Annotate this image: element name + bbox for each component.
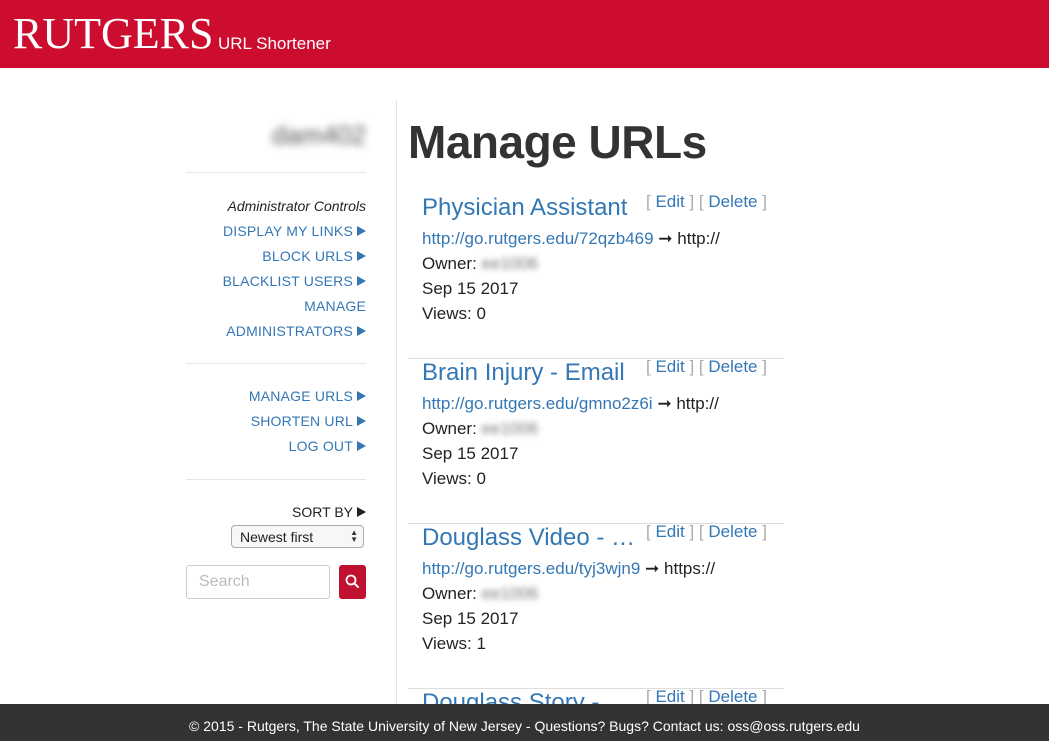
short-url-link[interactable]: http://go.rutgers.edu/tyj3wjn9 [422,559,640,578]
url-actions: [ Edit ] [ Delete ] [646,192,767,211]
views-label: Views: [422,469,472,488]
url-card: Douglass Story - Email [ Edit ] [ Delete… [408,687,784,716]
top-bar: RUTGERS URL Shortener [0,0,1049,68]
owner-row: Owner: ee1006 [422,419,538,439]
select-arrows-icon: ▲ ▼ [350,528,358,544]
sort-select-value: Newest first [240,529,314,545]
views-row: Views: 0 [422,469,486,489]
sort-select[interactable]: Newest first ▲ ▼ [231,525,364,548]
delete-button[interactable]: Delete [708,192,757,211]
views-value: 0 [476,304,486,323]
divider [186,172,366,173]
url-link-row: http://go.rutgers.edu/gmno2z6i ➞ http:// [422,394,764,414]
url-link-row: http://go.rutgers.edu/tyj3wjn9 ➞ https:/… [422,559,764,579]
views-value: 0 [476,469,486,488]
arrow-icon: ➞ [657,394,672,413]
app-title[interactable]: URL Shortener [218,34,331,54]
owner-value: ee1006 [481,419,539,438]
owner-value: ee1006 [481,254,539,273]
nav-label: LOG OUT [288,438,353,454]
arrow-right-icon [357,416,366,426]
target-url: http:// [677,229,720,248]
owner-row: Owner: ee1006 [422,584,538,604]
views-label: Views: [422,634,472,653]
url-card: Brain Injury - Email [ Edit ] [ Delete ]… [408,357,784,524]
fade-overlay [740,394,764,414]
url-actions: [ Edit ] [ Delete ] [646,357,767,376]
nav-label: ADMINISTRATORS [226,323,353,339]
short-url-link[interactable]: http://go.rutgers.edu/gmno2z6i [422,394,653,413]
edit-button[interactable]: Edit [655,522,684,541]
url-card: Physician Assistant [ Edit ] [ Delete ] … [408,192,784,359]
divider [186,363,366,364]
arrow-right-icon [357,507,366,517]
nav-label: BLOCK URLS [262,248,353,264]
views-label: Views: [422,304,472,323]
nav-administrators[interactable]: ADMINISTRATORS [186,319,366,344]
date-row: Sep 15 2017 [422,279,519,298]
owner-value: ee1006 [481,584,539,603]
user-nav: MANAGE URLS SHORTEN URL LOG OUT [186,384,366,459]
nav-shorten-url[interactable]: SHORTEN URL [186,409,366,434]
rutgers-logo[interactable]: RUTGERS [13,10,213,58]
search-button[interactable] [339,565,366,599]
views-row: Views: 1 [422,634,486,654]
nav-label: BLACKLIST USERS [222,273,353,289]
page-title: Manage URLs [408,116,707,168]
arrow-icon: ➞ [645,559,660,578]
url-title[interactable]: Douglass Video - Email [422,524,644,552]
arrow-right-icon [357,226,366,236]
url-link-row: http://go.rutgers.edu/72qzb469 ➞ http:// [422,229,764,249]
url-actions: [ Edit ] [ Delete ] [646,522,767,541]
username: dam402 [272,120,366,150]
owner-row: Owner: ee1006 [422,254,538,274]
footer-text: © 2015 - Rutgers, The State University o… [189,718,860,734]
url-card: Douglass Video - Email [ Edit ] [ Delete… [408,522,784,689]
search-placeholder: Search [199,573,250,590]
views-value: 1 [476,634,486,653]
admin-controls: Administrator Controls DISPLAY MY LINKS … [186,194,366,344]
search-input[interactable]: Search [186,565,330,599]
nav-label: DISPLAY MY LINKS [222,223,353,239]
sort-by-text: SORT BY [292,504,353,520]
nav-manage-urls[interactable]: MANAGE URLS [186,384,366,409]
arrow-right-icon [357,391,366,401]
nav-block-urls[interactable]: BLOCK URLS [186,244,366,269]
short-url-link[interactable]: http://go.rutgers.edu/72qzb469 [422,229,654,248]
nav-label: SHORTEN URL [250,413,353,429]
nav-display-my-links[interactable]: DISPLAY MY LINKS [186,219,366,244]
search-icon [345,574,359,588]
target-url: http:// [676,394,719,413]
nav-label: MANAGE URLS [248,388,353,404]
url-title[interactable]: Brain Injury - Email [422,359,644,387]
arrow-right-icon [357,251,366,261]
date-row: Sep 15 2017 [422,609,519,628]
owner-label: Owner: [422,584,477,603]
column-divider [396,100,397,704]
edit-button[interactable]: Edit [655,357,684,376]
fade-overlay [740,559,764,579]
nav-blacklist-users[interactable]: BLACKLIST USERS [186,269,366,294]
arrow-right-icon [357,276,366,286]
footer: © 2015 - Rutgers, The State University o… [0,704,1049,741]
fade-overlay [740,229,764,249]
nav-log-out[interactable]: LOG OUT [186,434,366,459]
divider [186,479,366,480]
owner-label: Owner: [422,419,477,438]
arrow-right-icon [357,326,366,336]
delete-button[interactable]: Delete [708,357,757,376]
nav-manage[interactable]: MANAGE [186,294,366,319]
sort-by-label: SORT BY [292,504,366,520]
edit-button[interactable]: Edit [655,192,684,211]
url-title[interactable]: Physician Assistant [422,194,644,222]
admin-controls-heading: Administrator Controls [227,198,367,214]
date-row: Sep 15 2017 [422,444,519,463]
owner-label: Owner: [422,254,477,273]
arrow-right-icon [357,441,366,451]
delete-button[interactable]: Delete [708,522,757,541]
target-url: https:// [664,559,716,578]
arrow-icon: ➞ [658,229,673,248]
nav-label: MANAGE [304,298,366,314]
views-row: Views: 0 [422,304,486,324]
